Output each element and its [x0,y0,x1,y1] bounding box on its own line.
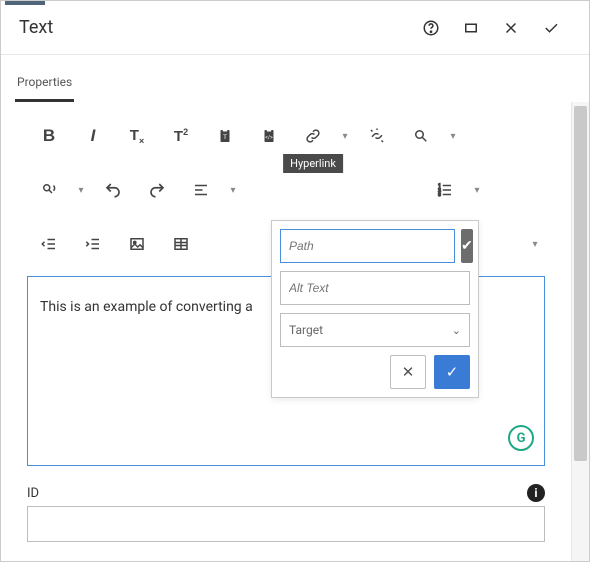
align-button[interactable] [179,170,223,210]
path-input[interactable] [280,229,455,263]
close-icon[interactable] [491,8,531,48]
chevron-down-icon: ⌄ [452,324,461,337]
popover-apply-button[interactable]: ✓ [434,355,470,389]
help-icon[interactable] [411,8,451,48]
dialog-title: Text [19,17,411,38]
confirm-icon[interactable] [531,8,571,48]
scroll-track [574,104,587,559]
hyperlink-caret[interactable]: ▾ [335,116,355,156]
fullscreen-icon[interactable] [451,8,491,48]
numbered-list-button[interactable]: 123 [423,170,467,210]
bold-button[interactable]: B [27,116,71,156]
scrollbar[interactable] [571,102,589,561]
svg-text:</>: </> [265,135,273,141]
italic-button[interactable]: I [71,116,115,156]
id-input[interactable] [27,506,545,542]
table-button[interactable] [159,224,203,264]
replace-button[interactable] [27,170,71,210]
list-caret[interactable]: ▾ [467,170,487,210]
text-dialog: Text Properties B I T× T2 T [0,0,590,562]
editor-content: This is an example of converting a [40,299,253,315]
svg-text:3: 3 [438,192,441,198]
editor-column: B I T× T2 T </> Hyperlink ▾ [1,102,571,561]
grammarly-badge[interactable]: G [508,425,534,451]
paste-html-button[interactable]: </> [247,116,291,156]
alt-text-input[interactable] [280,271,470,305]
image-button[interactable] [115,224,159,264]
hyperlink-tooltip: Hyperlink [283,154,343,173]
superscript-button[interactable]: T2 [159,116,203,156]
info-icon[interactable]: i [527,484,545,502]
toolbar-row-1: B I T× T2 T </> Hyperlink ▾ [27,102,545,156]
svg-text:T: T [223,133,227,141]
hyperlink-popover: ✔ Target ⌄ ✕ ✓ [271,220,479,398]
more-caret[interactable]: ▾ [525,224,545,264]
outdent-button[interactable] [27,224,71,264]
undo-button[interactable] [91,170,135,210]
indent-button[interactable] [71,224,115,264]
id-field-row: ID i [27,484,545,542]
dialog-body: B I T× T2 T </> Hyperlink ▾ [1,102,589,561]
replace-caret[interactable]: ▾ [71,170,91,210]
id-label-row: ID i [27,484,545,502]
accent-bar [5,1,45,5]
redo-button[interactable] [135,170,179,210]
hyperlink-button[interactable]: Hyperlink [291,116,335,156]
align-caret[interactable]: ▾ [223,170,243,210]
find-button[interactable] [399,116,443,156]
target-select[interactable]: Target ⌄ [280,313,470,347]
popover-cancel-button[interactable]: ✕ [390,355,426,389]
text-style-button[interactable]: T× [115,116,159,156]
find-caret[interactable]: ▾ [443,116,463,156]
scroll-thumb[interactable] [574,106,587,461]
tab-strip: Properties [1,55,589,102]
id-label: ID [27,486,39,501]
tab-properties[interactable]: Properties [15,69,74,102]
unlink-button[interactable] [355,116,399,156]
path-picker-button[interactable]: ✔ [461,229,473,263]
paste-text-button[interactable]: T [203,116,247,156]
dialog-header: Text [1,1,589,55]
target-label: Target [289,323,323,337]
